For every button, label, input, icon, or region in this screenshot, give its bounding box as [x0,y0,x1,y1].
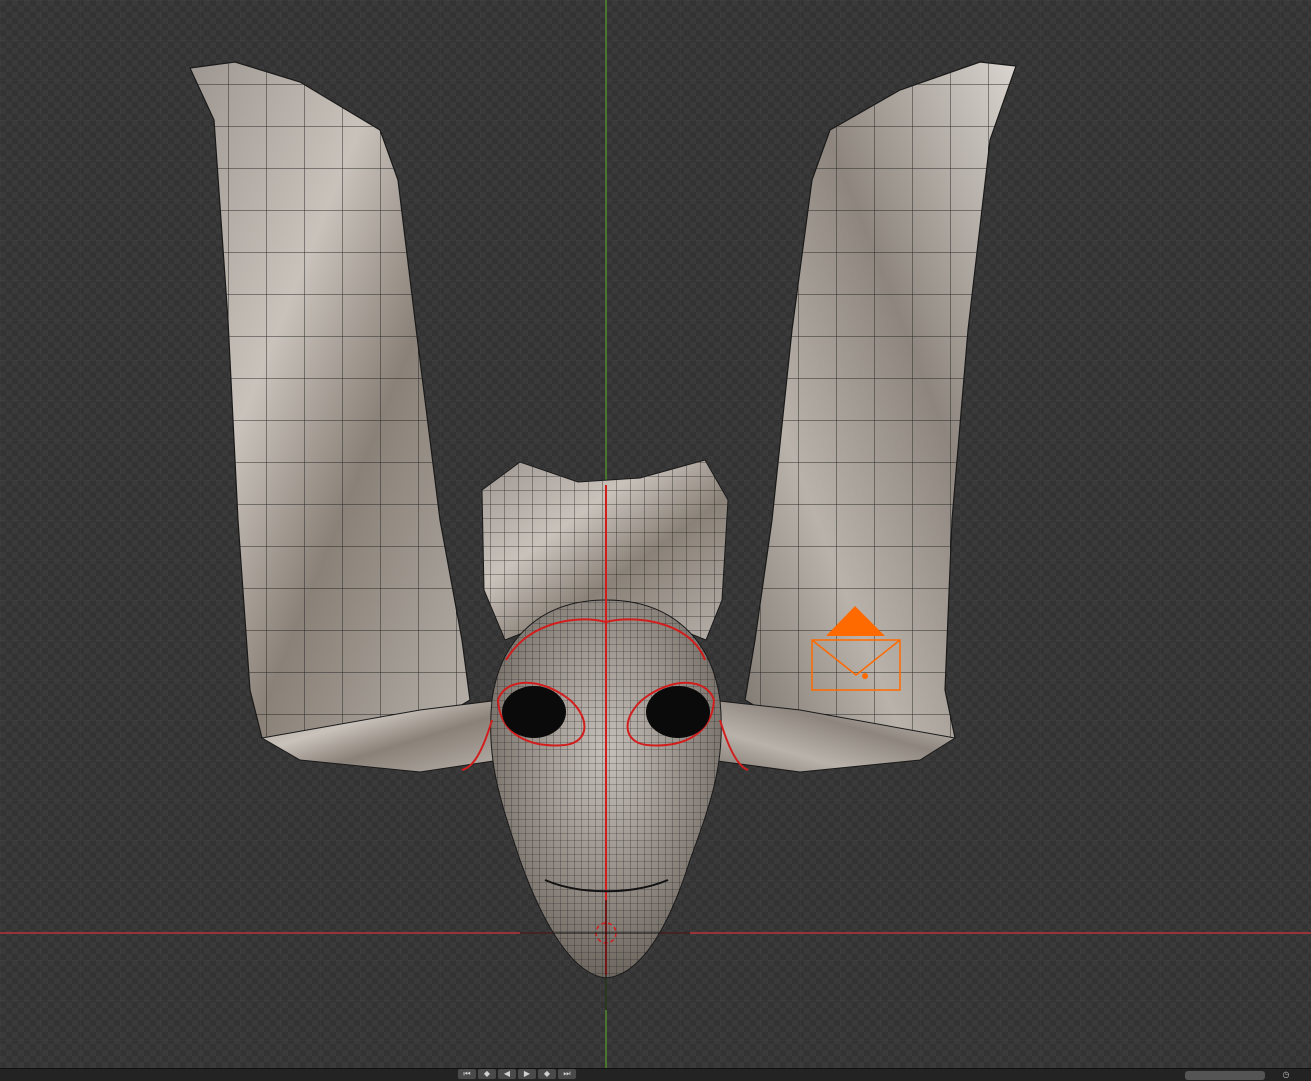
jump-end-button[interactable]: ⏭ [558,1069,576,1079]
play-button[interactable]: ▶ [518,1069,536,1079]
timeline-bar: ⏮ ◆ ◀ ▶ ◆ ⏭ ◷ [0,1068,1311,1081]
keyframe-next-button[interactable]: ◆ [538,1069,556,1079]
current-frame-field[interactable] [1185,1071,1265,1080]
3d-viewport[interactable] [0,0,1311,1068]
play-reverse-button[interactable]: ◀ [498,1069,516,1079]
keyframe-prev-button[interactable]: ◆ [478,1069,496,1079]
playback-controls: ⏮ ◆ ◀ ▶ ◆ ⏭ [458,1069,576,1080]
jump-start-button[interactable]: ⏮ [458,1069,476,1079]
clock-icon[interactable]: ◷ [1280,1070,1292,1080]
